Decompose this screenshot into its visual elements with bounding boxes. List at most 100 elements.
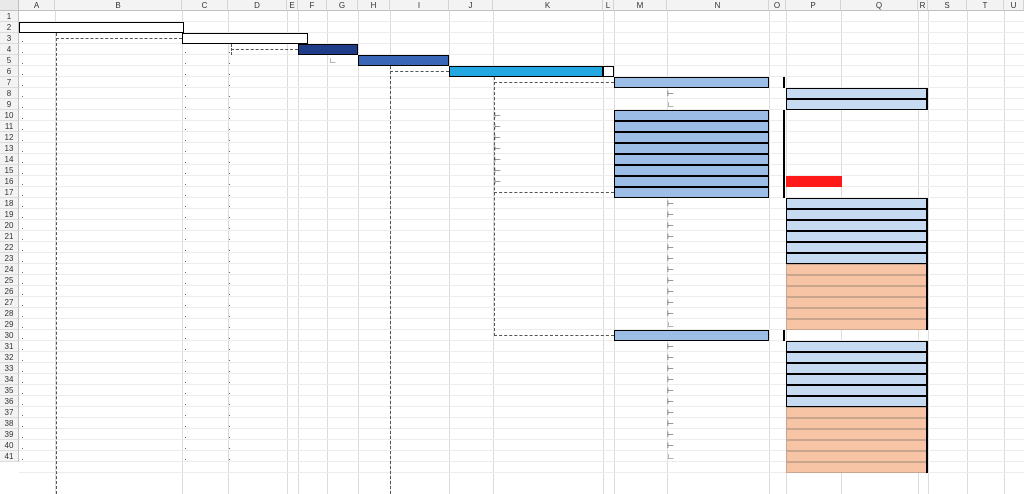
column-header-o[interactable]: O — [769, 0, 786, 11]
subitem-qty — [918, 396, 928, 407]
spreadsheet-grid[interactable]: ABCDEFGHIJKLMNOPQRSTU 1 2 3 4 5 6 7 8 9 10 11 12 13 1… — [0, 0, 1024, 494]
subitem-qty — [918, 418, 928, 429]
row-header-5[interactable]: 5 — [0, 55, 19, 66]
tree-dot — [22, 459, 23, 460]
row-header-9[interactable]: 9 — [0, 99, 19, 110]
tree-tick: ∟ — [667, 320, 675, 329]
subitem-code — [786, 429, 841, 440]
row-header-7[interactable]: 7 — [0, 77, 19, 88]
column-header-h[interactable]: H — [358, 0, 390, 11]
column-header-e[interactable]: E — [287, 0, 298, 11]
row-header-26[interactable]: 26 — [0, 286, 19, 297]
row-header-3[interactable]: 3 — [0, 33, 19, 44]
column-header-l[interactable]: L — [603, 0, 614, 11]
row-header-37[interactable]: 37 — [0, 407, 19, 418]
row-header-35[interactable]: 35 — [0, 385, 19, 396]
column-header-j[interactable]: J — [449, 0, 493, 11]
column-header-a[interactable]: A — [19, 0, 55, 11]
tree-tick: ∟ — [667, 452, 675, 461]
row-header-20[interactable]: 20 — [0, 220, 19, 231]
row-header-1[interactable]: 1 — [0, 11, 19, 22]
tree-dot — [185, 217, 186, 218]
column-header-s[interactable]: S — [928, 0, 967, 11]
row-header-4[interactable]: 4 — [0, 44, 19, 55]
tree-dot — [229, 151, 230, 152]
row-header-22[interactable]: 22 — [0, 242, 19, 253]
row-header-8[interactable]: 8 — [0, 88, 19, 99]
tree-connector-v — [390, 66, 391, 494]
row-header-2[interactable]: 2 — [0, 22, 19, 33]
subitem-qty — [918, 264, 928, 275]
subitem-name — [843, 88, 918, 99]
tree-dot — [22, 371, 23, 372]
column-header-f[interactable]: F — [298, 0, 327, 11]
column-header-d[interactable]: D — [228, 0, 287, 11]
subitem-qty — [918, 99, 928, 110]
subitem-code — [786, 242, 841, 253]
select-all-corner[interactable] — [0, 0, 19, 11]
row-header-27[interactable]: 27 — [0, 297, 19, 308]
row-header-39[interactable]: 39 — [0, 429, 19, 440]
bom-item-qty — [769, 77, 784, 88]
row-header-13[interactable]: 13 — [0, 143, 19, 154]
column-header-k[interactable]: K — [493, 0, 603, 11]
subitem-name — [843, 220, 918, 231]
row-header-6[interactable]: 6 — [0, 66, 19, 77]
row-header-28[interactable]: 28 — [0, 308, 19, 319]
subitem-code — [786, 264, 841, 275]
tree-dot — [185, 74, 186, 75]
column-header-n[interactable]: N — [667, 0, 769, 11]
row-header-18[interactable]: 18 — [0, 198, 19, 209]
tree-dot — [22, 360, 23, 361]
bom-item-flag — [787, 154, 807, 165]
tree-tick: ⊢ — [667, 210, 674, 219]
row-header-32[interactable]: 32 — [0, 352, 19, 363]
tree-dot — [229, 393, 230, 394]
row-header-12[interactable]: 12 — [0, 132, 19, 143]
row-header-16[interactable]: 16 — [0, 176, 19, 187]
row-header-30[interactable]: 30 — [0, 330, 19, 341]
tree-dot — [229, 283, 230, 284]
row-header-10[interactable]: 10 — [0, 110, 19, 121]
column-header-c[interactable]: C — [182, 0, 228, 11]
row-header-15[interactable]: 15 — [0, 165, 19, 176]
row-header-11[interactable]: 11 — [0, 121, 19, 132]
row-header-25[interactable]: 25 — [0, 275, 19, 286]
row-header-17[interactable]: 17 — [0, 187, 19, 198]
row-header-33[interactable]: 33 — [0, 363, 19, 374]
row-header-19[interactable]: 19 — [0, 209, 19, 220]
row-header-24[interactable]: 24 — [0, 264, 19, 275]
column-header-i[interactable]: I — [390, 0, 449, 11]
column-header-u[interactable]: U — [1004, 0, 1024, 11]
row-header-21[interactable]: 21 — [0, 231, 19, 242]
row-header-36[interactable]: 36 — [0, 396, 19, 407]
gridline-h — [19, 131, 1024, 132]
column-header-t[interactable]: T — [967, 0, 1004, 11]
row-header-40[interactable]: 40 — [0, 440, 19, 451]
subitem-code — [786, 297, 841, 308]
column-header-q[interactable]: Q — [841, 0, 918, 11]
tree-dot — [22, 129, 23, 130]
row-header-31[interactable]: 31 — [0, 341, 19, 352]
bom-item-name — [667, 187, 769, 198]
subitem-qty — [918, 253, 928, 264]
subitem-name — [843, 396, 918, 407]
column-header-b[interactable]: B — [55, 0, 182, 11]
gridline-h — [19, 186, 1024, 187]
column-header-p[interactable]: P — [786, 0, 841, 11]
column-header-g[interactable]: G — [327, 0, 358, 11]
subitem-code — [786, 396, 841, 407]
row-header-23[interactable]: 23 — [0, 253, 19, 264]
row-header-14[interactable]: 14 — [0, 154, 19, 165]
row-header-29[interactable]: 29 — [0, 319, 19, 330]
subitem-qty — [918, 352, 928, 363]
row-header-34[interactable]: 34 — [0, 374, 19, 385]
column-header-m[interactable]: M — [614, 0, 667, 11]
tree-dot — [22, 151, 23, 152]
column-header-r[interactable]: R — [918, 0, 928, 11]
bom-item-flag — [787, 187, 807, 198]
tree-dot — [229, 404, 230, 405]
row-header-41[interactable]: 41 — [0, 451, 19, 462]
subitem-name — [843, 374, 918, 385]
row-header-38[interactable]: 38 — [0, 418, 19, 429]
